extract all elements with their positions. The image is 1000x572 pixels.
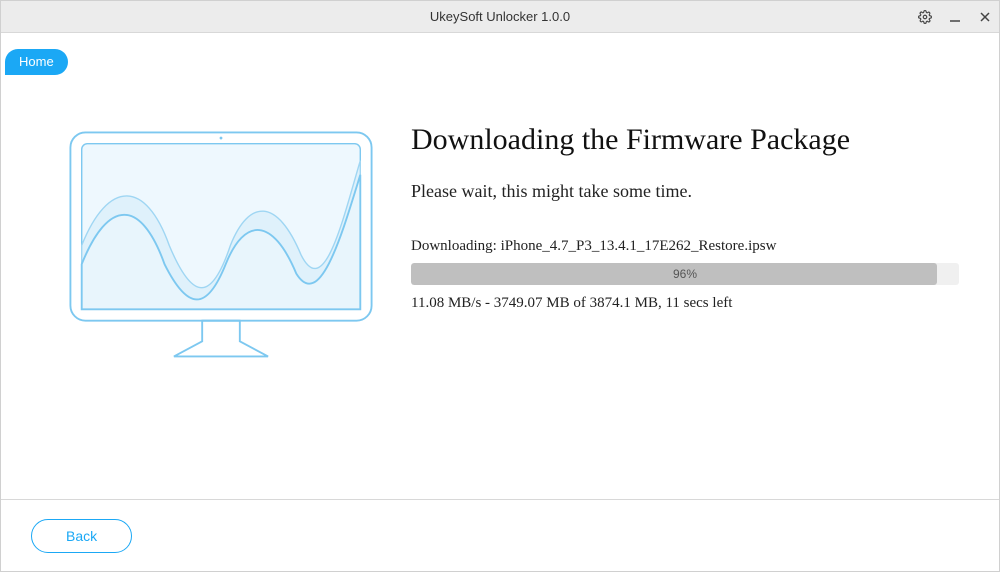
content-area: Downloading the Firmware Package Please … [1,33,999,499]
monitor-illustration [61,123,381,368]
page-subtext: Please wait, this might take some time. [411,181,959,202]
illustration-pane [41,113,401,479]
app-window: UkeySoft Unlocker 1.0.0 Home [0,0,1000,572]
home-tab[interactable]: Home [5,49,68,75]
close-icon[interactable] [977,9,993,25]
main-pane: Downloading the Firmware Package Please … [401,113,959,479]
progress-label: 96% [411,263,959,285]
footer: Back [1,499,999,571]
download-file-line: Downloading: iPhone_4.7_P3_13.4.1_17E262… [411,238,959,255]
back-button[interactable]: Back [31,519,132,553]
download-filename: iPhone_4.7_P3_13.4.1_17E262_Restore.ipsw [501,238,777,254]
minimize-icon[interactable] [947,9,963,25]
page-heading: Downloading the Firmware Package [411,123,959,157]
titlebar-controls [917,1,993,33]
settings-icon[interactable] [917,9,933,25]
download-status: 11.08 MB/s - 3749.07 MB of 3874.1 MB, 11… [411,295,959,312]
titlebar: UkeySoft Unlocker 1.0.0 [1,1,999,33]
download-prefix: Downloading: [411,238,501,254]
progress-bar: 96% [411,263,959,285]
body: Home [1,33,999,571]
window-title: UkeySoft Unlocker 1.0.0 [1,9,999,24]
